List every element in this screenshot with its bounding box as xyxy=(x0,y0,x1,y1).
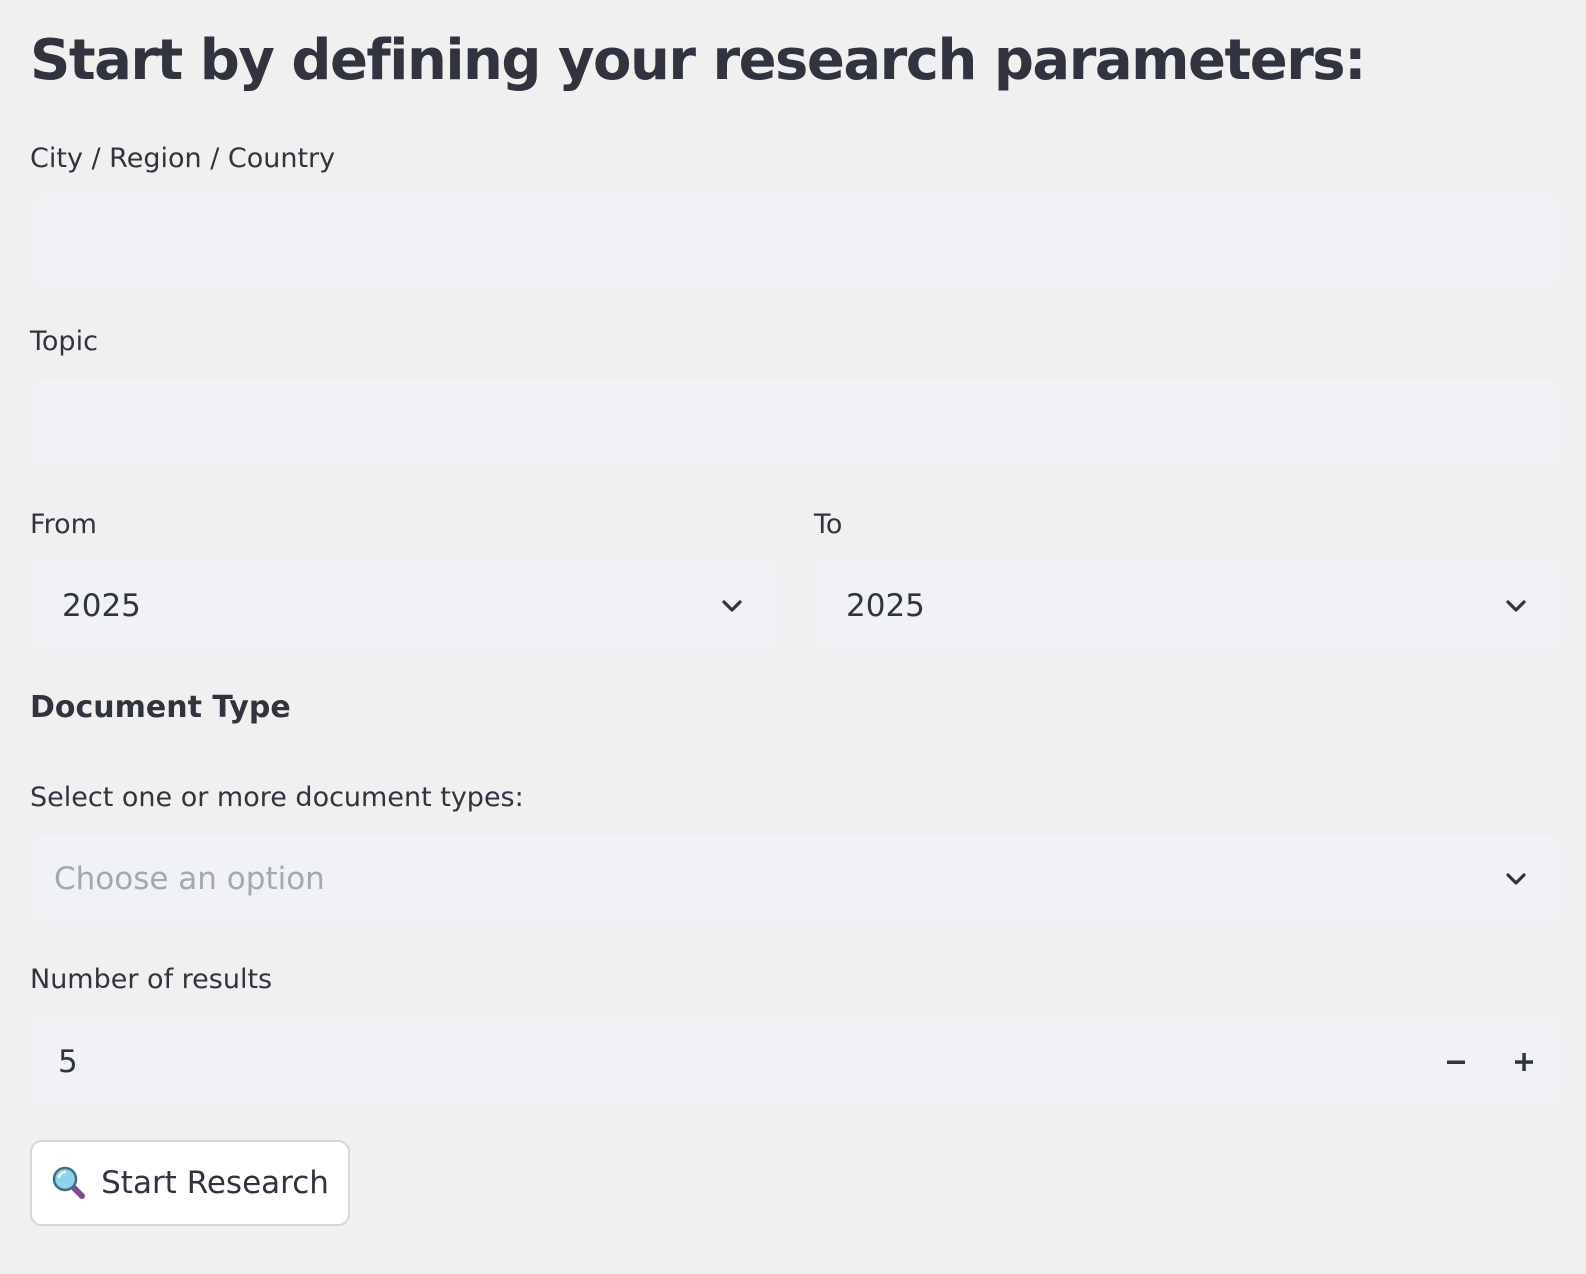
plus-icon xyxy=(1515,1053,1533,1071)
page-title: Start by defining your research paramete… xyxy=(30,28,1367,93)
from-year-value: 2025 xyxy=(62,588,141,624)
document-type-heading: Document Type xyxy=(30,690,291,725)
to-year-value: 2025 xyxy=(846,588,925,624)
location-label: City / Region / Country xyxy=(30,143,336,174)
topic-label: Topic xyxy=(30,326,98,357)
document-type-multiselect[interactable]: Choose an option xyxy=(30,836,1562,922)
chevron-down-icon xyxy=(1506,873,1526,885)
from-year-select[interactable]: 2025 xyxy=(30,563,778,649)
location-field[interactable] xyxy=(30,197,1562,283)
document-type-placeholder: Choose an option xyxy=(54,861,325,897)
chevron-down-icon xyxy=(722,600,742,612)
decrement-button[interactable] xyxy=(1426,1019,1486,1105)
magnifying-glass-icon xyxy=(52,1166,86,1199)
start-research-label: Start Research xyxy=(101,1165,329,1201)
document-type-label: Select one or more document types: xyxy=(30,782,524,813)
results-count-stepper[interactable]: 5 xyxy=(30,1019,1562,1105)
location-input[interactable] xyxy=(30,197,1562,283)
results-count-value[interactable]: 5 xyxy=(58,1019,78,1105)
research-parameters-page: Start by defining your research paramete… xyxy=(0,0,1586,1274)
topic-input[interactable] xyxy=(30,380,1562,466)
topic-field[interactable] xyxy=(30,380,1562,466)
from-label: From xyxy=(30,509,97,540)
start-research-button[interactable]: Start Research xyxy=(30,1140,350,1226)
to-year-select[interactable]: 2025 xyxy=(814,563,1562,649)
results-count-label: Number of results xyxy=(30,964,273,995)
chevron-down-icon xyxy=(1506,600,1526,612)
to-label: To xyxy=(814,509,843,540)
minus-icon xyxy=(1447,1060,1465,1064)
increment-button[interactable] xyxy=(1494,1019,1554,1105)
